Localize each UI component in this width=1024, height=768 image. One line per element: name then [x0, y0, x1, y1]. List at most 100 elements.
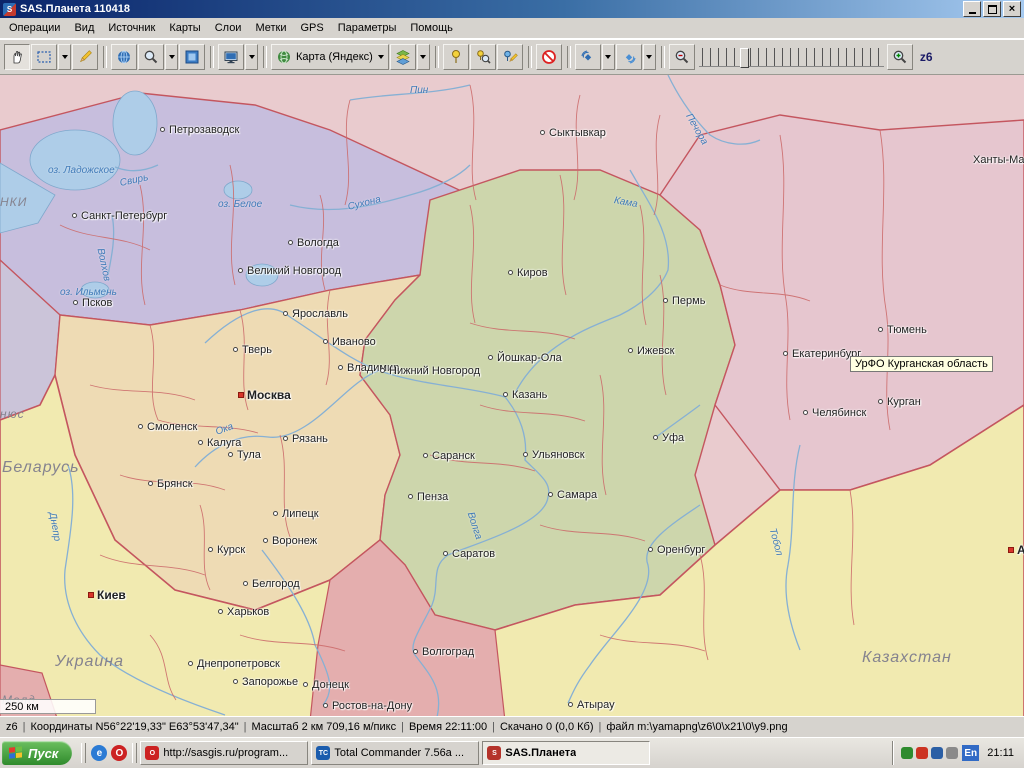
gps-connect-dropdown[interactable]: [602, 44, 615, 70]
zoom-tool-dropdown[interactable]: [165, 44, 178, 70]
selection-tool-button[interactable]: [31, 44, 57, 70]
menu-item-Источник[interactable]: Источник: [101, 20, 162, 36]
gps-connect-button[interactable]: [575, 44, 601, 70]
menu-item-Вид[interactable]: Вид: [67, 20, 101, 36]
download-manager-dropdown[interactable]: [245, 44, 258, 70]
gps-track-dropdown[interactable]: [643, 44, 656, 70]
taskbar-task[interactable]: Ohttp://sasgis.ru/program...: [140, 741, 308, 765]
map-canvas[interactable]: ПетрозаводскСыктывкарСанкт-ПетербургВоло…: [0, 75, 1024, 716]
layers-dropdown[interactable]: [417, 44, 430, 70]
tray-icon[interactable]: [901, 747, 913, 759]
tray-icon[interactable]: [946, 747, 958, 759]
menu-item-GPS[interactable]: GPS: [294, 20, 331, 36]
status-separator: [492, 721, 495, 733]
taskbar-task[interactable]: TCTotal Commander 7.56a ...: [311, 741, 479, 765]
chevron-down-icon: [605, 55, 611, 59]
city-label: Оренбург: [648, 544, 705, 556]
minimize-icon: [969, 12, 976, 14]
city-label: Рязань: [283, 433, 328, 445]
start-button[interactable]: Пуск: [2, 741, 72, 765]
water-label: Свирь: [119, 172, 149, 189]
city-label: Днепропетровск: [188, 658, 280, 670]
city-label: Иваново: [323, 336, 376, 348]
zoom-in-button[interactable]: [887, 44, 913, 70]
city-label: Киев: [88, 588, 126, 602]
map-source-select[interactable]: Карта (Яндекс): [271, 44, 389, 70]
city-label: Воронеж: [263, 535, 317, 547]
cancel-downloads-button[interactable]: [536, 44, 562, 70]
status-bar: z6 Координаты N56°22'19,33" E63°53'47,34…: [0, 716, 1024, 737]
zoom-slider-thumb[interactable]: [740, 48, 749, 68]
scale-label: 250 км: [5, 701, 39, 713]
scale-bar: 250 км: [0, 699, 96, 714]
internet-explorer-icon[interactable]: e: [91, 745, 107, 761]
globe-icon: [116, 49, 132, 65]
layers-button[interactable]: [390, 44, 416, 70]
language-indicator[interactable]: En: [962, 745, 979, 761]
download-manager-button[interactable]: [218, 44, 244, 70]
city-label: Тверь: [233, 344, 272, 356]
minimize-button[interactable]: [963, 1, 981, 17]
opera-icon[interactable]: O: [111, 745, 127, 761]
water-label: Ока: [214, 421, 235, 438]
water-label: оз. Ильмень: [60, 287, 117, 298]
no-entry-icon: [541, 49, 557, 65]
window-title: SAS.Планета 110418: [20, 3, 130, 15]
city-label: Йошкар-Ола: [488, 352, 562, 364]
globe-tool-button[interactable]: [111, 44, 137, 70]
area-label: Казахстан: [862, 649, 952, 667]
selection-tool-dropdown[interactable]: [58, 44, 71, 70]
city-label: Уфа: [653, 432, 684, 444]
taskbar-handle: [132, 743, 137, 763]
city-label: Харьков: [218, 606, 269, 618]
water-label: Пин: [410, 85, 428, 96]
close-button[interactable]: ×: [1003, 1, 1021, 17]
city-label: Ярославль: [283, 308, 348, 320]
menu-item-Операции[interactable]: Операции: [2, 20, 67, 36]
city-label: Нижний Новгород: [380, 365, 480, 377]
zoom-out-button[interactable]: [669, 44, 695, 70]
zoom-level-label: z6: [920, 50, 933, 64]
placemark-add-button[interactable]: [443, 44, 469, 70]
map-source-label: Карта (Яндекс): [296, 51, 373, 63]
chevron-down-icon: [62, 55, 68, 59]
maximize-button[interactable]: [983, 1, 1001, 17]
tray-icon[interactable]: [931, 747, 943, 759]
taskbar-tasks: Ohttp://sasgis.ru/program...TCTotal Comm…: [140, 741, 892, 765]
taskbar-handle: [81, 743, 86, 763]
status-separator: [244, 721, 247, 733]
draw-tool-button[interactable]: [72, 44, 98, 70]
hand-icon: [9, 49, 25, 65]
fullscreen-button[interactable]: [179, 44, 205, 70]
menu-item-Метки[interactable]: Метки: [248, 20, 293, 36]
city-label: Псков: [73, 297, 112, 309]
city-label: Великий Новгород: [238, 265, 341, 277]
water-label: Печора: [683, 112, 710, 147]
placemark-search-button[interactable]: [470, 44, 496, 70]
city-label: Петрозаводск: [160, 124, 239, 136]
zoom-slider[interactable]: [699, 48, 884, 67]
selection-rect-icon: [36, 49, 52, 65]
placemark-edit-button[interactable]: [497, 44, 523, 70]
city-label: Саратов: [443, 548, 495, 560]
menu-item-Параметры[interactable]: Параметры: [331, 20, 404, 36]
area-label: НКИ: [0, 195, 27, 209]
menu-item-Карты[interactable]: Карты: [162, 20, 207, 36]
menu-item-Помощь[interactable]: Помощь: [403, 20, 460, 36]
water-label: оз. Белое: [218, 199, 262, 210]
magnifier-plus-icon: [892, 49, 908, 65]
chevron-down-icon: [169, 55, 175, 59]
chevron-down-icon: [420, 55, 426, 59]
windows-flag-icon: [9, 746, 23, 759]
city-label: Москва: [238, 388, 291, 402]
start-label: Пуск: [28, 746, 58, 761]
pan-tool-button[interactable]: [4, 44, 30, 70]
gps-track-button[interactable]: [616, 44, 642, 70]
city-label: Тюмень: [878, 324, 927, 336]
tray-icon[interactable]: [916, 747, 928, 759]
menu-item-Слои[interactable]: Слои: [208, 20, 249, 36]
chevron-down-icon: [249, 55, 255, 59]
taskbar-task[interactable]: SSAS.Планета: [482, 741, 650, 765]
city-label: Тула: [228, 449, 261, 461]
zoom-tool-button[interactable]: [138, 44, 164, 70]
